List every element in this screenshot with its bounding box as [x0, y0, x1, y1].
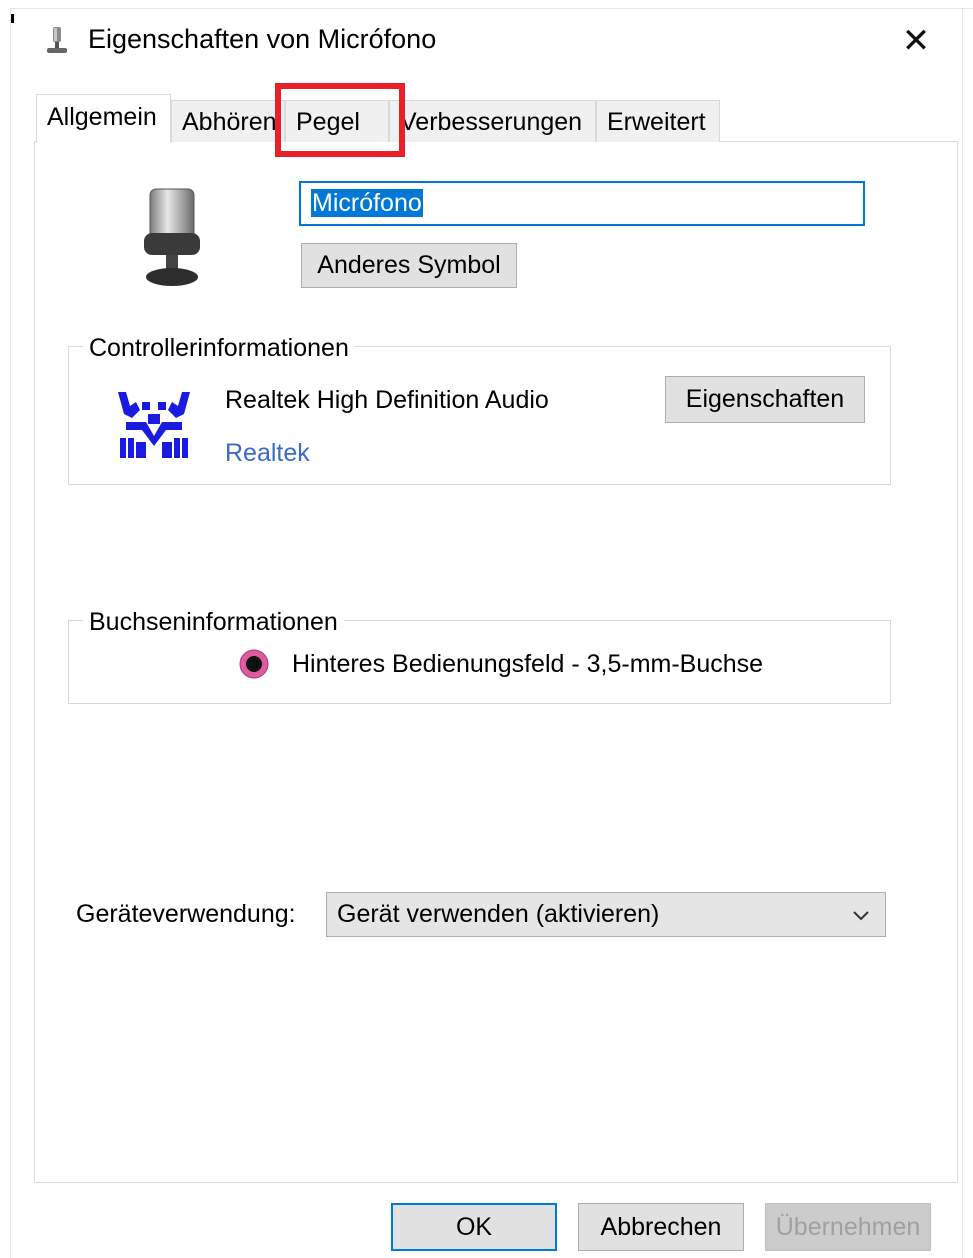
close-icon[interactable]: ✕	[897, 22, 935, 60]
window-title: Eigenschaften von Micrófono	[88, 24, 437, 54]
jack-pink-icon	[238, 648, 270, 680]
tab-allgemein[interactable]: Allgemein	[36, 94, 171, 143]
microphone-icon	[136, 183, 216, 291]
tab-label: Erweitert	[607, 108, 706, 136]
tab-erweitert[interactable]: Erweitert	[596, 100, 720, 142]
controller-group-label: Controllerinformationen	[83, 334, 355, 363]
window-border-left	[10, 8, 11, 1258]
jack-description: Hinteres Bedienungsfeld - 3,5-mm-Buchse	[292, 650, 764, 678]
chevron-down-icon	[851, 903, 871, 932]
tab-label: Abhören	[182, 108, 277, 136]
controller-name: Realtek High Definition Audio	[225, 386, 549, 414]
device-usage-dropdown[interactable]: Gerät verwenden (aktivieren)	[326, 892, 886, 937]
ok-button[interactable]: OK	[391, 1203, 557, 1251]
cancel-button[interactable]: Abbrechen	[578, 1203, 744, 1251]
device-usage-label: Geräteverwendung:	[76, 900, 296, 928]
tab-label: Allgemein	[47, 103, 157, 131]
controller-properties-button[interactable]: Eigenschaften	[665, 376, 865, 423]
apply-button[interactable]: Übernehmen	[765, 1203, 931, 1251]
window-border-right	[962, 8, 963, 1258]
microphone-small-icon	[44, 26, 70, 56]
window-edge-mark	[11, 14, 14, 23]
realtek-logo-icon	[112, 388, 196, 462]
device-usage-selected: Gerät verwenden (aktivieren)	[337, 900, 660, 928]
tab-abhoeren[interactable]: Abhören	[171, 100, 285, 142]
jack-group-label: Buchseninformationen	[83, 608, 344, 637]
device-name-input[interactable]: Micrófono	[299, 181, 865, 226]
tab-label: Verbesserungen	[400, 108, 583, 136]
pegel-tab-highlight-box	[275, 83, 405, 157]
change-icon-button[interactable]: Anderes Symbol	[301, 243, 517, 288]
controller-vendor-link[interactable]: Realtek	[225, 439, 310, 468]
tab-verbesserungen[interactable]: Verbesserungen	[389, 100, 596, 142]
window-border-top	[10, 8, 973, 9]
device-name-value: Micrófono	[311, 189, 423, 217]
